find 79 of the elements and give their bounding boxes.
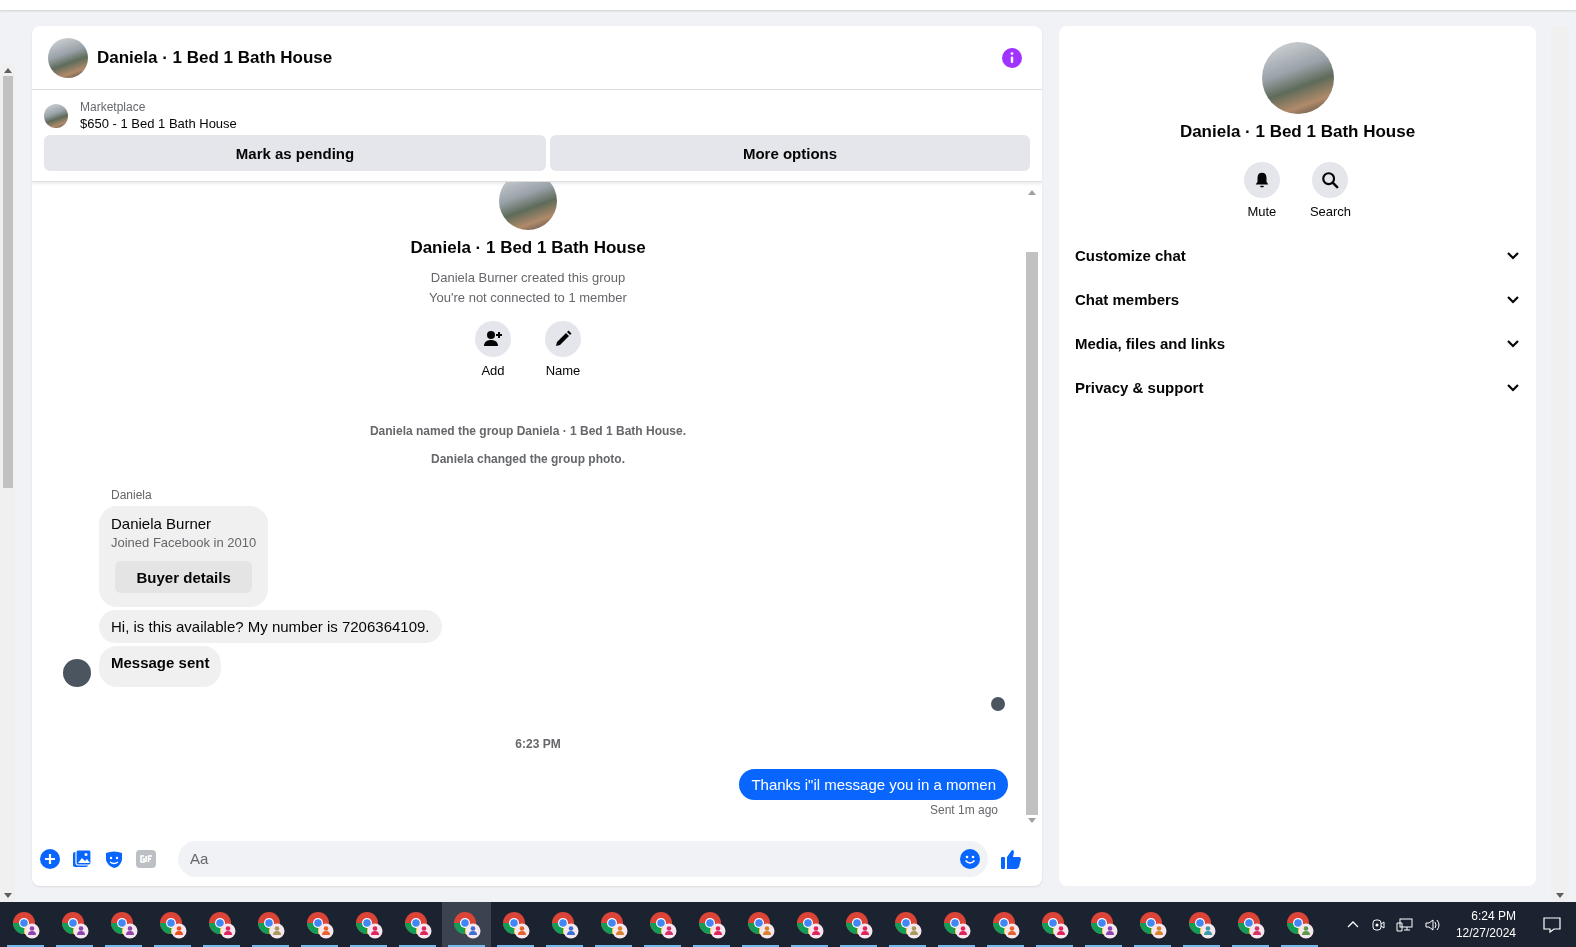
scroll-up-icon[interactable] [1027, 189, 1036, 195]
group-photo-placeholder [48, 37, 88, 78]
browser-profile-icon [942, 910, 971, 939]
section-toggle[interactable]: Customize chat [1067, 233, 1528, 277]
browser-profile-icon [403, 910, 432, 939]
system-message: Daniela changed the group photo. [431, 452, 625, 466]
message-bubble: Thanks i"il message you in a momen [739, 769, 1008, 800]
camera-icon[interactable] [1369, 916, 1386, 933]
group-title: Daniela · 1 Bed 1 Bath House [1179, 122, 1416, 142]
message-bubble: Hi, is this available? My number is 7206364109. [99, 610, 442, 643]
add-person-icon [483, 329, 503, 349]
clock-date[interactable]: 12/27/2024 [1455, 926, 1516, 940]
browser-profile-icon [501, 910, 530, 939]
listing-action-button[interactable]: Mark as pending [44, 135, 546, 171]
browser-profile-icon [893, 910, 922, 939]
avatar [63, 659, 91, 687]
browser-profile-icon [550, 910, 579, 939]
browser-profile-icon [991, 910, 1020, 939]
listing-photo-placeholder [44, 103, 68, 128]
search-icon [1321, 171, 1340, 189]
browser-profile-icon [158, 910, 187, 939]
clock-time[interactable]: 6:24 PM [1471, 909, 1516, 923]
group-info-text: You're not connected to 1 member [429, 290, 627, 305]
scroll-down-icon[interactable] [1556, 893, 1564, 899]
pencil-icon [553, 329, 573, 349]
notification-icon[interactable] [1542, 914, 1562, 935]
browser-profile-icon [1187, 910, 1216, 939]
plus-icon[interactable] [40, 848, 60, 869]
system-message: Daniela named the group Daniela · 1 Bed 1 Bath House. [369, 424, 687, 438]
seen-avatar [991, 697, 1005, 711]
browser-profile-icon [207, 910, 236, 939]
buyer-joined-text: Joined Facebook in 2010 [111, 535, 257, 550]
browser-profile-icon [746, 910, 775, 939]
browser-profile-icon [1040, 910, 1069, 939]
message-bubble: Message sent [99, 646, 222, 687]
browser-profile-icon [697, 910, 726, 939]
thumbs-up-icon[interactable] [1000, 847, 1022, 870]
browser-profile-icon [109, 910, 138, 939]
group-title: Daniela · 1 Bed 1 Bath House [410, 238, 646, 258]
scrollbar[interactable] [1551, 26, 1569, 902]
listing-source: Marketplace [80, 100, 147, 114]
scroll-down-icon[interactable] [1027, 818, 1036, 824]
browser-profile-icon [452, 910, 481, 939]
sender-name: Daniela [111, 488, 153, 502]
scroll-up-icon[interactable] [3, 67, 12, 73]
emoji-icon[interactable] [960, 848, 980, 869]
browser-profile-icon [354, 910, 383, 939]
section-toggle[interactable]: Chat members [1067, 277, 1528, 321]
scroll-down-icon[interactable] [3, 893, 12, 899]
listing-action-button[interactable]: More options [550, 135, 1030, 171]
browser-profile-icon [11, 910, 40, 939]
browser-profile-icon [305, 910, 334, 939]
listing-title[interactable]: $650 - 1 Bed 1 Bath House [80, 116, 237, 131]
browser-profile-icon [648, 910, 677, 939]
browser-profile-icon [599, 910, 628, 939]
browser-profile-icon [1236, 910, 1265, 939]
photo-icon[interactable] [72, 848, 92, 869]
group-info-text: Daniela Burner created this group [430, 270, 626, 285]
chat-title: Daniela · 1 Bed 1 Bath House [97, 47, 334, 68]
buyer-name: Daniela Burner [111, 515, 213, 532]
message-input[interactable]: Aa [178, 840, 988, 877]
browser-profile-icon [1089, 910, 1118, 939]
browser-profile-icon [844, 910, 873, 939]
section-toggle[interactable]: Media, files and links [1067, 321, 1528, 365]
browser-profile-icon [60, 910, 89, 939]
network-icon[interactable] [1395, 916, 1414, 933]
scrollbar[interactable] [0, 64, 15, 902]
group-photo-placeholder [499, 182, 557, 230]
browser-app-button[interactable] [442, 902, 491, 947]
browser-profile-icon [1285, 910, 1314, 939]
delivery-status: Sent 1m ago [929, 803, 999, 817]
section-toggle[interactable]: Privacy & support [1067, 365, 1528, 409]
buyer-details-button[interactable]: Buyer details [115, 561, 253, 593]
timestamp: 6:23 PM [515, 737, 561, 751]
info-icon[interactable] [1002, 47, 1022, 68]
browser-profile-icon [256, 910, 285, 939]
browser-profile-icon [1138, 910, 1167, 939]
speaker-icon[interactable] [1423, 916, 1442, 933]
browser-profile-icon [795, 910, 824, 939]
